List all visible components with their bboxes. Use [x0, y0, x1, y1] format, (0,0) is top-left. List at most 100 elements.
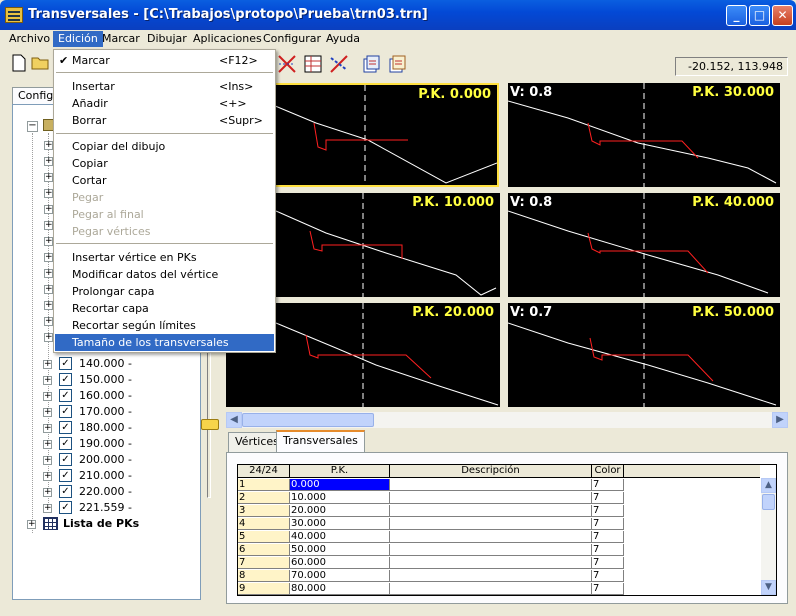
cell-descripcion[interactable] — [390, 570, 592, 582]
section-panel[interactable]: V: 0.8 P.K. 30.000 — [508, 83, 780, 187]
close-button[interactable]: ✕ — [772, 5, 793, 26]
menu-configurar[interactable]: Configurar — [258, 31, 326, 47]
scroll-right-icon[interactable]: ▶ — [772, 412, 788, 428]
menu-item-marcar[interactable]: ✔ Marcar <F12> — [55, 52, 274, 69]
cell-color[interactable]: 7 — [592, 505, 624, 517]
cell-descripcion[interactable] — [390, 583, 592, 595]
menu-item-anadir[interactable]: Añadir <+> — [55, 95, 274, 112]
section-panel[interactable]: V: 0.7 P.K. 50.000 — [508, 303, 780, 407]
tree-expand-icon[interactable]: + — [43, 488, 52, 497]
menu-item-tamano-transversales[interactable]: Tamaño de los transversales — [55, 334, 274, 351]
tree-expand-icon[interactable]: + — [43, 456, 52, 465]
checkbox-icon[interactable]: ✓ — [59, 469, 72, 482]
section-panel[interactable]: V: 0.8 P.K. 40.000 — [508, 193, 780, 297]
cell-pk[interactable]: 40.000 — [290, 531, 390, 543]
row-number[interactable]: 2 — [238, 492, 290, 504]
cell-pk[interactable]: 20.000 — [290, 505, 390, 517]
scroll-up-icon[interactable]: ▲ — [761, 478, 776, 493]
menu-item-pegar[interactable]: Pegar — [55, 189, 274, 206]
cell-pk[interactable]: 80.000 — [290, 583, 390, 595]
cell-pk[interactable]: 0.000 — [290, 479, 390, 491]
menu-item-recortar-limites[interactable]: Recortar según límites — [55, 317, 274, 334]
tree-expand-icon[interactable]: + — [43, 376, 52, 385]
tree-expand-icon[interactable]: + — [44, 269, 53, 278]
tree-expand-icon[interactable]: + — [44, 189, 53, 198]
checkbox-icon[interactable]: ✓ — [59, 405, 72, 418]
pk-table[interactable]: 24/24 P.K. Descripción Color 1 0.000 7 2 10.… — [237, 464, 777, 596]
cell-color[interactable]: 7 — [592, 570, 624, 582]
menu-marcar[interactable]: Marcar — [97, 31, 145, 47]
row-number[interactable]: 8 — [238, 570, 290, 582]
checkbox-icon[interactable]: ✓ — [59, 421, 72, 434]
scroll-left-icon[interactable]: ◀ — [226, 412, 242, 428]
menu-dibujar[interactable]: Dibujar — [142, 31, 192, 47]
menu-item-recortar[interactable]: Recortar capa — [55, 300, 274, 317]
checkbox-icon[interactable]: ✓ — [59, 485, 72, 498]
menu-item-pegar-final[interactable]: Pegar al final — [55, 206, 274, 223]
tree-expand-icon[interactable]: + — [44, 173, 53, 182]
profile-edit-icon[interactable] — [328, 54, 350, 76]
cell-descripcion[interactable] — [390, 505, 592, 517]
checkbox-icon[interactable]: ✓ — [59, 373, 72, 386]
menu-item-copiar-dibujo[interactable]: Copiar del dibujo — [55, 138, 274, 155]
tree-expand-icon[interactable]: + — [43, 408, 52, 417]
cell-descripcion[interactable] — [390, 479, 592, 491]
tree-expand-icon[interactable]: + — [27, 520, 36, 529]
row-number[interactable]: 1 — [238, 479, 290, 491]
cell-color[interactable]: 7 — [592, 479, 624, 491]
vertical-scrollbar[interactable]: ▲ ▼ — [761, 478, 776, 595]
cell-pk[interactable]: 60.000 — [290, 557, 390, 569]
scroll-down-icon[interactable]: ▼ — [761, 580, 776, 595]
tree-expand-icon[interactable]: + — [43, 392, 52, 401]
tree-expand-icon[interactable]: + — [44, 141, 53, 150]
row-number[interactable]: 4 — [238, 518, 290, 530]
menu-item-cortar[interactable]: Cortar — [55, 172, 274, 189]
cell-color[interactable]: 7 — [592, 518, 624, 530]
scrollbar-thumb[interactable] — [242, 413, 374, 427]
tree-expand-icon[interactable]: + — [44, 237, 53, 246]
table-grid-icon[interactable] — [302, 54, 324, 76]
tab-transversales[interactable]: Transversales — [276, 430, 365, 453]
menu-item-insertar-vertice[interactable]: Insertar vértice en PKs — [55, 249, 274, 266]
cell-descripcion[interactable] — [390, 518, 592, 530]
tree-collapse-icon[interactable]: − — [27, 121, 38, 132]
tree-expand-icon[interactable]: + — [44, 205, 53, 214]
cell-descripcion[interactable] — [390, 492, 592, 504]
tab-config[interactable]: Config. — [12, 87, 58, 105]
tree-expand-icon[interactable]: + — [44, 333, 53, 342]
row-number[interactable]: 3 — [238, 505, 290, 517]
tree-expand-icon[interactable]: + — [43, 424, 52, 433]
cell-pk[interactable]: 30.000 — [290, 518, 390, 530]
checkbox-icon[interactable]: ✓ — [59, 453, 72, 466]
checkbox-icon[interactable]: ✓ — [59, 389, 72, 402]
cell-color[interactable]: 7 — [592, 557, 624, 569]
tree-item-pk-list[interactable]: + Lista de PKs — [27, 516, 187, 532]
minimize-button[interactable]: _ — [726, 5, 747, 26]
row-number[interactable]: 7 — [238, 557, 290, 569]
paste-section-icon[interactable] — [386, 54, 408, 76]
open-folder-icon[interactable] — [30, 54, 50, 76]
menu-archivo[interactable]: Archivo — [4, 31, 55, 47]
cell-pk[interactable]: 70.000 — [290, 570, 390, 582]
cell-descripcion[interactable] — [390, 531, 592, 543]
cell-color[interactable]: 7 — [592, 544, 624, 556]
menu-item-borrar[interactable]: Borrar <Supr> — [55, 112, 274, 129]
menu-ayuda[interactable]: Ayuda — [321, 31, 365, 47]
column-header-descripcion[interactable]: Descripción — [390, 465, 592, 478]
cell-color[interactable]: 7 — [592, 583, 624, 595]
column-header-pk[interactable]: P.K. — [290, 465, 390, 478]
cell-color[interactable]: 7 — [592, 531, 624, 543]
cell-pk[interactable]: 10.000 — [290, 492, 390, 504]
tree-expand-icon[interactable]: + — [44, 253, 53, 262]
scrollbar-thumb[interactable] — [762, 494, 775, 510]
tree-expand-icon[interactable]: + — [43, 504, 52, 513]
checkbox-icon[interactable]: ✓ — [59, 437, 72, 450]
tree-expand-icon[interactable]: + — [44, 301, 53, 310]
menu-item-modificar-datos[interactable]: Modificar datos del vértice — [55, 266, 274, 283]
menu-aplicaciones[interactable]: Aplicaciones — [188, 31, 267, 47]
copy-section-icon[interactable] — [360, 54, 382, 76]
row-number[interactable]: 9 — [238, 583, 290, 595]
cell-descripcion[interactable] — [390, 544, 592, 556]
slider-thumb[interactable] — [201, 419, 219, 430]
tree-expand-icon[interactable]: + — [43, 360, 52, 369]
